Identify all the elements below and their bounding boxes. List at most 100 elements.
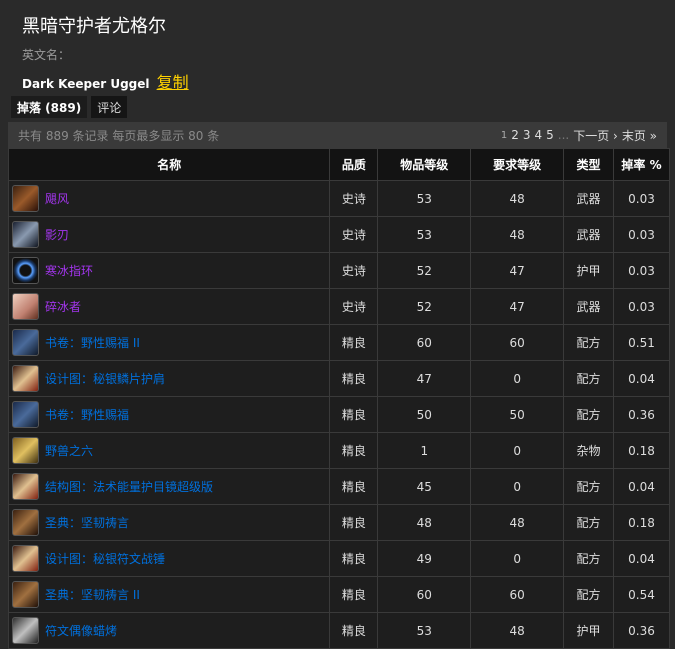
item-name-wrap: 碎冰者 xyxy=(9,293,329,320)
item-link[interactable]: 书卷：野性赐福 xyxy=(45,406,129,423)
item-link[interactable]: 寒冰指环 xyxy=(45,262,93,279)
page-ellipsis: ... xyxy=(557,128,570,142)
table-row: 书卷：野性赐福 精良 50 50 配方 0.36 xyxy=(7,396,670,433)
required-level-cell: 0 xyxy=(470,432,565,469)
type-cell: 护甲 xyxy=(563,612,614,649)
page-link-5[interactable]: 5 xyxy=(546,128,554,142)
page-link-4[interactable]: 4 xyxy=(534,128,542,142)
item-link[interactable]: 影刃 xyxy=(45,226,69,243)
item-link[interactable]: 设计图：秘银鳞片护肩 xyxy=(45,370,165,387)
drop-rate-cell: 0.04 xyxy=(613,468,670,505)
item-name-wrap: 圣典：坚韧祷言 II xyxy=(9,581,329,608)
page-link-2[interactable]: 2 xyxy=(511,128,519,142)
required-level-cell: 48 xyxy=(470,216,565,253)
drop-rate-cell: 0.03 xyxy=(613,216,670,253)
item-link[interactable]: 碎冰者 xyxy=(45,298,81,315)
item-link[interactable]: 结构图：法术能量护目镜超级版 xyxy=(45,478,213,495)
table-row: 圣典：坚韧祷言 精良 48 48 配方 0.18 xyxy=(7,504,670,541)
tome-icon[interactable] xyxy=(12,581,39,608)
table-header-row: 名称 品质 物品等级 要求等级 类型 掉率 % xyxy=(7,148,670,181)
item-link[interactable]: 书卷：野性赐福 II xyxy=(45,334,140,351)
item-name-cell: 飓风 xyxy=(7,180,331,217)
type-cell: 配方 xyxy=(563,504,614,541)
column-header-drop-rate[interactable]: 掉率 % xyxy=(613,148,670,181)
scroll-icon[interactable] xyxy=(12,365,39,392)
required-level-cell: 47 xyxy=(470,288,565,325)
drop-rate-cell: 0.18 xyxy=(613,504,670,541)
item-name-cell: 野兽之六 xyxy=(7,432,331,469)
book-icon[interactable] xyxy=(12,401,39,428)
drop-rate-cell: 0.03 xyxy=(613,252,670,289)
type-cell: 配方 xyxy=(563,396,614,433)
next-page-link[interactable]: 下一页 › xyxy=(573,127,618,144)
drop-rate-cell: 0.51 xyxy=(613,324,670,361)
required-level-cell: 0 xyxy=(470,540,565,577)
item-name-cell: 书卷：野性赐福 xyxy=(7,396,331,433)
quality-cell: 精良 xyxy=(329,432,379,469)
column-header-required-level[interactable]: 要求等级 xyxy=(470,148,565,181)
drop-rate-cell: 0.03 xyxy=(613,180,670,217)
type-cell: 武器 xyxy=(563,180,614,217)
table-row: 结构图：法术能量护目镜超级版 精良 45 0 配方 0.04 xyxy=(7,468,670,505)
item-name-cell: 影刃 xyxy=(7,216,331,253)
copy-link[interactable]: 复制 xyxy=(157,73,189,92)
drop-rate-cell: 0.36 xyxy=(613,612,670,649)
type-cell: 杂物 xyxy=(563,432,614,469)
drop-rate-cell: 0.03 xyxy=(613,288,670,325)
column-header-type[interactable]: 类型 xyxy=(563,148,614,181)
item-level-cell: 53 xyxy=(377,216,472,253)
item-name-wrap: 书卷：野性赐福 xyxy=(9,401,329,428)
item-name-cell: 结构图：法术能量护目镜超级版 xyxy=(7,468,331,505)
item-name-wrap: 符文偶像蜡烤 xyxy=(9,617,329,644)
type-cell: 配方 xyxy=(563,540,614,577)
pagination: 1 2 3 4 5 ... 下一页 › 末页 » xyxy=(501,127,657,144)
quality-cell: 精良 xyxy=(329,612,379,649)
book-icon[interactable] xyxy=(12,329,39,356)
summary-bar: 共有 889 条记录 每页最多显示 80 条 1 2 3 4 5 ... 下一页… xyxy=(8,122,667,148)
blade-icon[interactable] xyxy=(12,221,39,248)
item-level-cell: 60 xyxy=(377,576,472,613)
page-link-3[interactable]: 3 xyxy=(523,128,531,142)
item-level-cell: 49 xyxy=(377,540,472,577)
card-icon[interactable] xyxy=(12,437,39,464)
item-level-cell: 52 xyxy=(377,252,472,289)
staff-icon[interactable] xyxy=(12,185,39,212)
type-cell: 配方 xyxy=(563,324,614,361)
item-link[interactable]: 野兽之六 xyxy=(45,442,93,459)
item-link[interactable]: 设计图：秘银符文战锤 xyxy=(45,550,165,567)
column-header-item-level[interactable]: 物品等级 xyxy=(377,148,472,181)
item-name-wrap: 飓风 xyxy=(9,185,329,212)
ring-icon[interactable] xyxy=(12,257,39,284)
hammer-icon[interactable] xyxy=(12,293,39,320)
quality-cell: 史诗 xyxy=(329,216,379,253)
item-name-wrap: 设计图：秘银符文战锤 xyxy=(9,545,329,572)
required-level-cell: 0 xyxy=(470,360,565,397)
column-header-quality[interactable]: 品质 xyxy=(329,148,379,181)
drop-rate-cell: 0.04 xyxy=(613,360,670,397)
table-row: 飓风 史诗 53 48 武器 0.03 xyxy=(7,180,670,217)
required-level-cell: 47 xyxy=(470,252,565,289)
column-header-name[interactable]: 名称 xyxy=(7,148,331,181)
item-name-cell: 圣典：坚韧祷言 II xyxy=(7,576,331,613)
item-link[interactable]: 圣典：坚韧祷言 xyxy=(45,514,129,531)
item-link[interactable]: 圣典：坚韧祷言 II xyxy=(45,586,140,603)
scroll-icon[interactable] xyxy=(12,545,39,572)
item-link[interactable]: 飓风 xyxy=(45,190,69,207)
tome-icon[interactable] xyxy=(12,509,39,536)
rune-icon[interactable] xyxy=(12,617,39,644)
quality-cell: 精良 xyxy=(329,360,379,397)
item-name-wrap: 圣典：坚韧祷言 xyxy=(9,509,329,536)
last-page-link[interactable]: 末页 » xyxy=(622,127,657,144)
required-level-cell: 48 xyxy=(470,612,565,649)
record-count-text: 共有 889 条记录 每页最多显示 80 条 xyxy=(18,128,220,143)
required-level-cell: 48 xyxy=(470,504,565,541)
item-name-wrap: 野兽之六 xyxy=(9,437,329,464)
quality-cell: 精良 xyxy=(329,504,379,541)
tab-drops[interactable]: 掉落 (889) xyxy=(11,96,88,118)
scroll-icon[interactable] xyxy=(12,473,39,500)
tab-comments[interactable]: 评论 xyxy=(91,96,128,118)
item-level-cell: 1 xyxy=(377,432,472,469)
table-row: 书卷：野性赐福 II 精良 60 60 配方 0.51 xyxy=(7,324,670,361)
item-link[interactable]: 符文偶像蜡烤 xyxy=(45,622,117,639)
item-name-wrap: 影刃 xyxy=(9,221,329,248)
